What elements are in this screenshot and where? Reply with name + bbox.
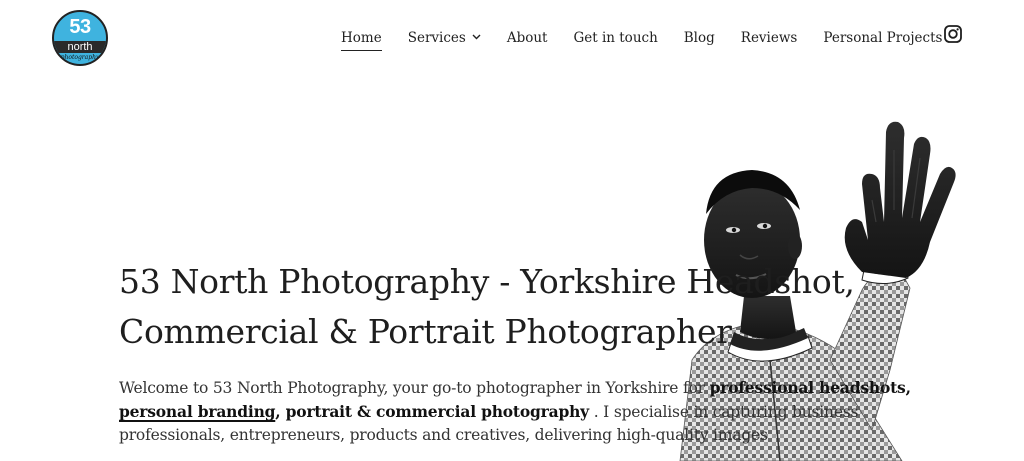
nav-item-reviews[interactable]: Reviews [741,29,798,47]
intro-bold-headshots: professional headshots, [709,378,911,397]
intro-text-1: Welcome to 53 North Photography, your go… [119,379,710,397]
hero-title-line-2: Commercial & Portrait Photographer [119,312,732,351]
hero-title: 53 North Photography - Yorkshire Headsho… [119,257,909,357]
nav-item-get-in-touch[interactable]: Get in touch [573,29,657,47]
page: 53 north photography Home Services About… [0,0,1024,461]
nav-item-services-label: Services [407,30,466,46]
intro-bold-portrait: , portrait & commercial photography [275,402,589,421]
personal-branding-link[interactable]: personal branding [119,402,275,421]
logo-script: photography [60,54,100,61]
nav-item-personal-projects[interactable]: Personal Projects [823,29,942,47]
instagram-icon[interactable] [944,25,962,43]
site-logo[interactable]: 53 north photography [52,10,108,66]
logo-number: 53 [69,16,91,38]
main-nav: Home Services About Get in touch Blog Re… [341,29,942,51]
nav-item-services[interactable]: Services [408,29,481,47]
intro-paragraph: Welcome to 53 North Photography, your go… [119,376,919,447]
nav-item-blog[interactable]: Blog [684,29,715,47]
logo-word: north [67,41,93,53]
hero-title-line-1: 53 North Photography - Yorkshire Headsho… [119,262,855,301]
nav-item-about[interactable]: About [507,29,548,47]
chevron-down-icon [472,34,481,40]
nav-item-home[interactable]: Home [341,29,382,51]
